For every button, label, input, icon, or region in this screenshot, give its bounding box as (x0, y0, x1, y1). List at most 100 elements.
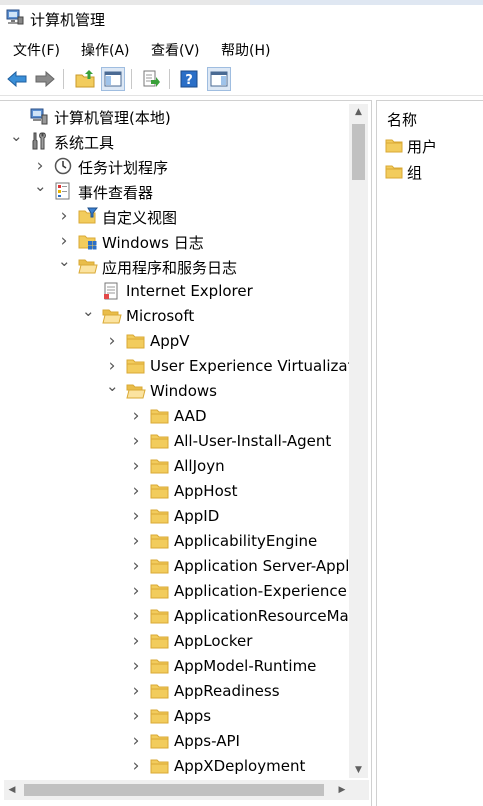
tree-item-label: AppV (150, 332, 190, 350)
tree-item[interactable]: › Windows 日志 (0, 229, 350, 254)
forward-arrow-icon[interactable] (33, 67, 57, 91)
chevron-right-icon[interactable]: › (130, 708, 142, 725)
toolbar: ? (0, 62, 483, 96)
chevron-right-icon[interactable]: › (130, 533, 142, 550)
chevron-right-icon[interactable]: › (34, 158, 46, 175)
tree-item-label: AppID (174, 507, 220, 525)
tree-item[interactable]: › AppHost (0, 479, 350, 504)
chevron-down-icon[interactable]: ⌄ (82, 303, 95, 319)
menu-file[interactable]: 文件(F) (13, 40, 60, 60)
tree-item-label: AppModel-Runtime (174, 657, 317, 675)
tree-item[interactable]: ⌄ 事件查看器 (0, 178, 350, 204)
scroll-up-arrow-icon[interactable]: ▲ (349, 104, 368, 120)
list-pane: 名称 用户 组 (376, 100, 483, 806)
show-hide-tree-icon[interactable] (101, 67, 125, 91)
folder-icon (150, 707, 169, 725)
folder-icon (150, 607, 169, 625)
tree-item[interactable]: ⌄ Windows (0, 378, 350, 404)
folder-icon (150, 732, 169, 750)
tree-item[interactable]: › AllJoyn (0, 454, 350, 479)
chevron-right-icon[interactable]: › (130, 558, 142, 575)
tree-item[interactable]: › AAD (0, 404, 350, 429)
tree-item[interactable]: › User Experience Virtualizati (0, 354, 358, 379)
toolbar-separator (131, 69, 132, 89)
folder-filter-icon (78, 207, 99, 225)
export-list-icon[interactable] (139, 67, 163, 91)
tree-item[interactable]: › Application Server-Appl (0, 554, 350, 579)
column-header-name[interactable]: 名称 (387, 109, 417, 130)
tree-item-label: Apps (174, 707, 212, 725)
tree-item-label: Application-Experience (174, 582, 347, 600)
folder-open-icon (78, 257, 98, 275)
scroll-right-arrow-icon[interactable]: ▶ (334, 780, 350, 800)
list-item-label: 用户 (407, 138, 438, 156)
tree-item-label: AllJoyn (174, 457, 225, 475)
help-icon[interactable]: ? (177, 67, 201, 91)
folder-icon (150, 482, 169, 500)
svg-text:?: ? (185, 73, 193, 88)
chevron-right-icon[interactable]: › (130, 408, 142, 425)
tree-item-label: Apps-API (174, 732, 240, 750)
tree-item[interactable]: › ApplicationResourceMa (0, 604, 350, 629)
tree-item-label: ApplicationResourceMa (174, 607, 349, 625)
chevron-right-icon[interactable]: › (130, 458, 142, 475)
tree-item[interactable]: › AppXDeployment (0, 754, 350, 779)
tree-item-label: Application Server-Appl (174, 557, 350, 575)
tree-item[interactable]: › AppModel-Runtime (0, 654, 350, 679)
chevron-right-icon[interactable]: › (130, 683, 142, 700)
tree-item[interactable]: › AppLocker (0, 629, 350, 654)
scroll-left-arrow-icon[interactable]: ◀ (4, 780, 20, 800)
tree-item[interactable]: ⌄ 应用程序和服务日志 (0, 253, 350, 279)
up-folder-icon[interactable] (73, 67, 97, 91)
tree-item[interactable]: Internet Explorer (0, 279, 350, 304)
scroll-down-arrow-icon[interactable]: ▼ (349, 762, 368, 778)
tree-item[interactable]: › AppID (0, 504, 350, 529)
chevron-right-icon[interactable]: › (106, 333, 118, 350)
chevron-right-icon[interactable]: › (130, 583, 142, 600)
menu-action[interactable]: 操作(A) (81, 40, 130, 60)
computer-management-icon (30, 107, 48, 125)
chevron-right-icon[interactable]: › (130, 608, 142, 625)
tree-item[interactable]: › AppReadiness (0, 679, 350, 704)
folder-windows-icon (78, 232, 97, 250)
chevron-down-icon[interactable]: ⌄ (34, 178, 47, 194)
chevron-right-icon[interactable]: › (130, 508, 142, 525)
chevron-right-icon[interactable]: › (130, 658, 142, 675)
scroll-thumb-horizontal[interactable] (24, 784, 324, 796)
title-bar: 计算机管理 (0, 0, 483, 36)
chevron-down-icon[interactable]: ⌄ (10, 128, 23, 144)
tree-item[interactable]: › ApplicabilityEngine (0, 529, 350, 554)
tree-item[interactable]: › 任务计划程序 (0, 154, 350, 179)
folder-icon (150, 682, 169, 700)
chevron-right-icon[interactable]: › (58, 233, 70, 250)
tree-item[interactable]: › Apps-API (0, 729, 350, 754)
chevron-down-icon[interactable]: ⌄ (58, 253, 71, 269)
tree-item[interactable]: 计算机管理(本地) (0, 104, 350, 129)
show-hide-action-pane-icon[interactable] (207, 67, 231, 91)
tree-item[interactable]: › Application-Experience (0, 579, 350, 604)
chevron-right-icon[interactable]: › (130, 483, 142, 500)
tree-item[interactable]: › All-User-Install-Agent (0, 429, 350, 454)
menu-view[interactable]: 查看(V) (151, 40, 200, 60)
tree-item[interactable]: › AppV (0, 329, 350, 354)
scrollbar-corner (350, 780, 369, 800)
chevron-right-icon[interactable]: › (106, 358, 118, 375)
folder-icon (126, 332, 145, 350)
tree-item[interactable]: ⌄ 系统工具 (0, 128, 350, 154)
chevron-right-icon[interactable]: › (130, 758, 142, 775)
tree-horizontal-scrollbar[interactable]: ◀ ▶ (4, 780, 350, 800)
tree-item[interactable]: › 自定义视图 (0, 204, 350, 229)
chevron-right-icon[interactable]: › (130, 633, 142, 650)
chevron-right-icon[interactable]: › (130, 733, 142, 750)
chevron-right-icon[interactable]: › (130, 433, 142, 450)
back-arrow-icon[interactable] (5, 67, 29, 91)
scroll-thumb[interactable] (352, 124, 365, 180)
tree-item[interactable]: ⌄ Microsoft (0, 303, 350, 329)
window-title: 计算机管理 (30, 11, 106, 29)
tree-item[interactable]: › Apps (0, 704, 350, 729)
chevron-right-icon[interactable]: › (58, 208, 70, 225)
toolbar-separator (169, 69, 170, 89)
tree-vertical-scrollbar[interactable]: ▲ ▼ (349, 104, 368, 778)
chevron-down-icon[interactable]: ⌄ (106, 378, 119, 394)
menu-help[interactable]: 帮助(H) (221, 40, 270, 60)
